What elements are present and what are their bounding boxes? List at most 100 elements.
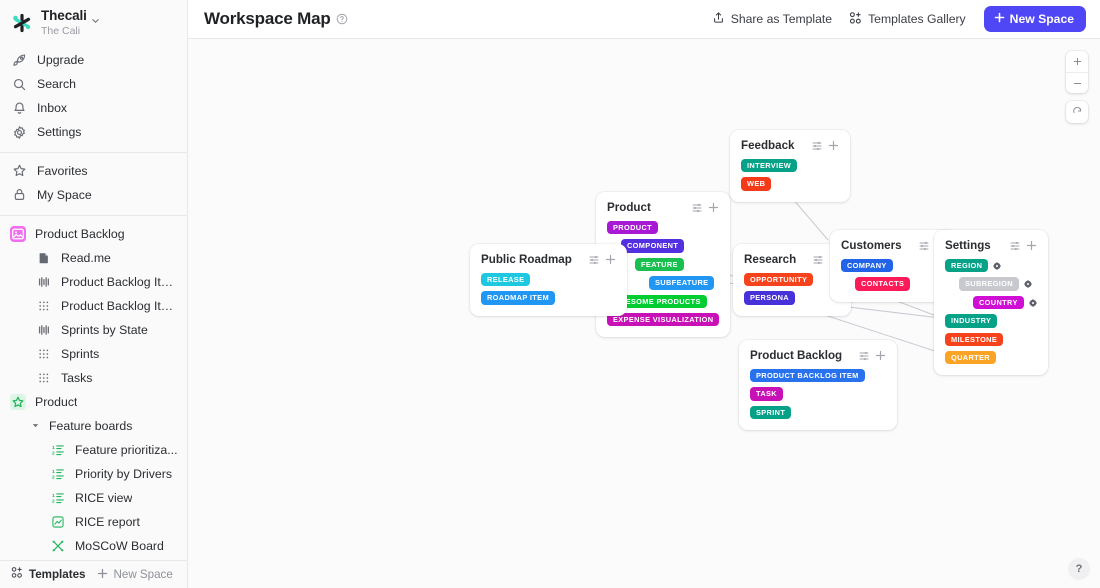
sliders-icon[interactable] xyxy=(691,202,703,214)
entity-chip-subregion[interactable]: SUBREGION xyxy=(959,277,1019,290)
workspace-name: Thecali xyxy=(41,9,87,24)
entity-chip-company[interactable]: COMPANY xyxy=(841,259,893,272)
chip-row: QUARTER xyxy=(945,351,996,364)
question-circle-icon[interactable] xyxy=(336,13,348,25)
sidebar-item-rice-report[interactable]: RICE report xyxy=(0,510,187,534)
entity-chip-milestone[interactable]: MILESTONE xyxy=(945,333,1003,346)
star-green-icon xyxy=(10,394,26,410)
search-icon xyxy=(12,77,27,92)
plus-icon[interactable] xyxy=(605,254,616,265)
share-as-template-button[interactable]: Share as Template xyxy=(704,7,840,31)
zoom-out-button[interactable] xyxy=(1066,72,1088,93)
entity-chip-expense-visualization[interactable]: EXPENSE VISUALIZATION xyxy=(607,313,719,326)
entity-chip-product[interactable]: PRODUCT xyxy=(607,221,658,234)
entity-chip-release[interactable]: RELEASE xyxy=(481,273,530,286)
zoom-in-button[interactable] xyxy=(1066,51,1088,72)
sidebar-item-product-backlog[interactable]: Product Backlog xyxy=(0,222,187,246)
app-root: Thecali The Cali Upgrade SearchInbox Setti… xyxy=(0,0,1100,588)
map-node-settings-node[interactable]: SettingsREGIONSUBREGIONCOUNTRYINDUSTRYMI… xyxy=(934,230,1048,375)
map-node-chips: INTERVIEW WEB xyxy=(741,159,839,191)
sidebar-item-read-me[interactable]: Read.me xyxy=(0,246,187,270)
sliders-icon[interactable] xyxy=(918,240,930,252)
entity-chip-opportunity[interactable]: OPPORTUNITY xyxy=(744,273,813,286)
sliders-icon[interactable] xyxy=(811,140,823,152)
plus-icon[interactable] xyxy=(708,202,719,213)
new-space-button[interactable]: New Space xyxy=(97,566,173,584)
entity-chip-web[interactable]: WEB xyxy=(741,177,771,190)
plus-icon[interactable] xyxy=(1026,240,1037,251)
chip-gear-icon[interactable] xyxy=(993,262,1001,270)
map-node-chips: COMPANY CONTACTS xyxy=(841,259,946,291)
templates-gallery-button[interactable]: Templates Gallery xyxy=(840,7,974,32)
sidebar-item-upgrade[interactable]: Upgrade xyxy=(0,48,187,72)
sidebar-item-feature-boards[interactable]: Feature boards xyxy=(0,414,187,438)
chip-row: CONTACTS xyxy=(855,277,910,290)
sidebar-item-moscow-board[interactable]: MoSCoW Board xyxy=(0,534,187,558)
sliders-icon[interactable] xyxy=(588,254,600,266)
sidebar-item-favorites[interactable]: Favorites xyxy=(0,159,187,183)
sidebar-item-inbox[interactable]: Inbox xyxy=(0,96,187,120)
gear-icon xyxy=(12,125,27,140)
sidebar-item-label: Upgrade xyxy=(37,53,84,67)
sliders-icon[interactable] xyxy=(858,350,870,362)
sidebar-item-label: RICE report xyxy=(75,515,140,529)
entity-chip-country[interactable]: COUNTRY xyxy=(973,296,1024,309)
entity-chip-feature[interactable]: FEATURE xyxy=(635,258,684,271)
plus-icon[interactable] xyxy=(875,350,886,361)
lock-icon xyxy=(12,187,27,202)
board-columns-icon xyxy=(36,322,52,338)
sidebar-item-label: Settings xyxy=(37,125,81,139)
entity-chip-subfeature[interactable]: SUBFEATURE xyxy=(649,276,714,289)
chart-line-icon xyxy=(50,514,66,530)
entity-chip-component[interactable]: COMPONENT xyxy=(621,239,684,252)
sidebar-item-product-backlog-item[interactable]: Product Backlog Item... xyxy=(0,270,187,294)
chip-row: COMPONENT xyxy=(621,239,684,252)
sidebar-item-sprints[interactable]: Sprints xyxy=(0,342,187,366)
sidebar-item-my-space[interactable]: My Space xyxy=(0,183,187,207)
new-space-button[interactable]: New Space xyxy=(984,6,1086,32)
entity-chip-region[interactable]: REGION xyxy=(945,259,988,272)
topbar: Workspace Map Share as Template xyxy=(188,0,1100,39)
sidebar-item-label: Priority by Drivers xyxy=(75,467,172,481)
entity-chip-sprint[interactable]: SPRINT xyxy=(750,406,791,419)
page-title: Workspace Map xyxy=(204,9,331,29)
entity-chip-roadmap-item[interactable]: ROADMAP ITEM xyxy=(481,291,555,304)
asterisk-logo-icon xyxy=(11,12,33,34)
sidebar-item-product[interactable]: Product xyxy=(0,390,187,414)
zoom-controls xyxy=(1066,51,1088,93)
templates-button[interactable]: Templates xyxy=(10,566,86,584)
help-button[interactable]: ? xyxy=(1068,558,1090,580)
map-node-public-roadmap[interactable]: Public Roadmap RELEASE ROADMAP ITEM xyxy=(470,244,627,316)
map-node-chips: PRODUCT BACKLOG ITEM TASK SPRINT xyxy=(750,369,886,419)
entity-chip-persona[interactable]: PERSONA xyxy=(744,291,795,304)
sidebar-item-tasks[interactable]: Tasks xyxy=(0,366,187,390)
entity-chip-task[interactable]: TASK xyxy=(750,387,783,400)
templates-icon xyxy=(848,11,862,28)
sliders-icon[interactable] xyxy=(1009,240,1021,252)
sidebar-item-search[interactable]: Search xyxy=(0,72,187,96)
sidebar-item-rice-view[interactable]: 1 2 RICE view xyxy=(0,486,187,510)
map-node-feedback[interactable]: FeedbackINTERVIEWWEB xyxy=(730,130,850,202)
entity-chip-product-backlog-item[interactable]: PRODUCT BACKLOG ITEM xyxy=(750,369,865,382)
entity-chip-contacts[interactable]: CONTACTS xyxy=(855,277,910,290)
sidebar-item-settings[interactable]: Settings xyxy=(0,120,187,144)
sidebar-item-feature-prioritiza[interactable]: 1 2 Feature prioritiza... xyxy=(0,438,187,462)
entity-chip-quarter[interactable]: QUARTER xyxy=(945,351,996,364)
map-node-title: Public Roadmap xyxy=(481,253,572,266)
plus-icon[interactable] xyxy=(828,140,839,151)
entity-chip-interview[interactable]: INTERVIEW xyxy=(741,159,797,172)
map-node-product-backlog-node[interactable]: Product BacklogPRODUCT BACKLOG ITEMTASKS… xyxy=(739,340,897,430)
chip-gear-icon[interactable] xyxy=(1029,299,1037,307)
svg-text:2: 2 xyxy=(52,475,55,481)
sidebar-item-priority-by-drivers[interactable]: 1 2 Priority by Drivers xyxy=(0,462,187,486)
sliders-icon[interactable] xyxy=(812,254,824,266)
sidebar-item-product-backlog-items[interactable]: Product Backlog Items xyxy=(0,294,187,318)
workspace-map-canvas[interactable]: FeedbackINTERVIEWWEBProductPRODUCTCOMPON… xyxy=(188,39,1100,588)
workspace-switcher[interactable]: Thecali The Cali xyxy=(0,0,187,46)
caret-down-icon[interactable] xyxy=(30,421,40,430)
reset-view-button[interactable] xyxy=(1066,101,1088,123)
help-label: ? xyxy=(1076,563,1083,575)
entity-chip-industry[interactable]: INDUSTRY xyxy=(945,314,997,327)
chip-gear-icon[interactable] xyxy=(1024,280,1032,288)
sidebar-item-sprints-by-state[interactable]: Sprints by State xyxy=(0,318,187,342)
